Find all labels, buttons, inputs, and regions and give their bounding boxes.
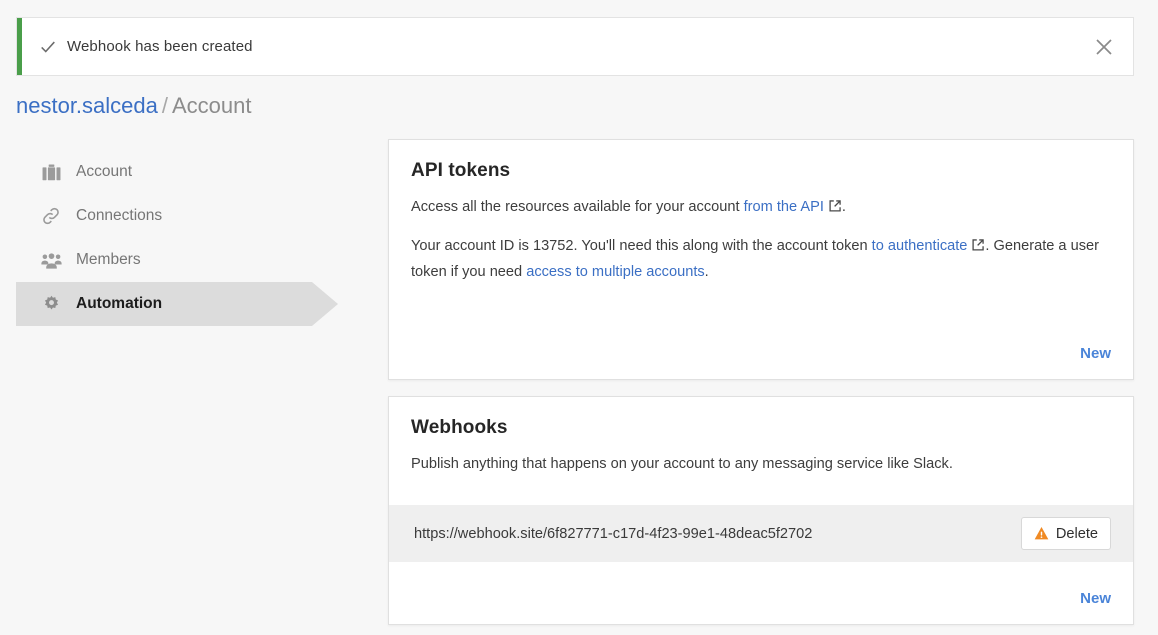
sidebar-nav: Account Connections Members: [16, 150, 338, 326]
card-title: API tokens: [389, 140, 1133, 182]
breadcrumb-account-link[interactable]: nestor.salceda: [16, 93, 158, 118]
api-text-2: .: [842, 199, 846, 215]
breadcrumb-separator: /: [162, 93, 168, 118]
sidebar-item-label: Automation: [76, 295, 162, 313]
from-the-api-link[interactable]: from the API: [744, 199, 824, 215]
api-tokens-paragraph-1: Access all the resources available for y…: [411, 194, 1111, 220]
api-tokens-footer: New: [389, 345, 1133, 379]
sidebar-item-members[interactable]: Members: [16, 238, 338, 282]
webhooks-description: Publish anything that happens on your ac…: [411, 451, 1111, 477]
api-text-5: .: [705, 264, 709, 280]
webhooks-card: Webhooks Publish anything that happens o…: [388, 396, 1134, 625]
people-icon: [40, 250, 62, 270]
sidebar-item-label: Account: [76, 163, 132, 181]
sidebar-item-automation[interactable]: Automation: [16, 282, 338, 326]
sidebar-item-connections[interactable]: Connections: [16, 194, 338, 238]
check-icon: [39, 38, 57, 56]
delete-webhook-label: Delete: [1056, 526, 1098, 542]
webhook-row: https://webhook.site/6f827771-c17d-4f23-…: [389, 505, 1133, 562]
alert-accent-bar: [17, 18, 22, 75]
new-api-token-button[interactable]: New: [1080, 345, 1111, 362]
sidebar-item-label: Members: [76, 251, 141, 269]
api-text-1: Access all the resources available for y…: [411, 199, 744, 215]
alert-message: Webhook has been created: [67, 38, 253, 55]
close-icon[interactable]: [1091, 34, 1117, 60]
link-icon: [40, 206, 62, 226]
webhook-url: https://webhook.site/6f827771-c17d-4f23-…: [414, 526, 1021, 542]
warning-triangle-icon: [1034, 526, 1049, 541]
api-text-3: Your account ID is 13752. You'll need th…: [411, 238, 872, 254]
breadcrumb-current: Account: [172, 93, 252, 118]
new-webhook-button[interactable]: New: [1080, 590, 1111, 607]
api-tokens-paragraph-2: Your account ID is 13752. You'll need th…: [411, 233, 1111, 285]
external-link-icon: [971, 235, 985, 249]
external-link-icon: [828, 196, 842, 210]
delete-webhook-button[interactable]: Delete: [1021, 517, 1111, 550]
webhooks-footer: New: [389, 590, 1133, 624]
card-title: Webhooks: [389, 397, 1133, 439]
api-tokens-body: Access all the resources available for y…: [389, 182, 1133, 285]
sidebar-item-label: Connections: [76, 207, 162, 225]
breadcrumb: nestor.salceda/Account: [16, 92, 252, 120]
api-tokens-card: API tokens Access all the resources avai…: [388, 139, 1134, 380]
webhooks-body: Publish anything that happens on your ac…: [389, 439, 1133, 477]
access-multiple-accounts-link[interactable]: access to multiple accounts: [526, 264, 704, 280]
to-authenticate-link[interactable]: to authenticate: [872, 238, 968, 254]
gear-icon: [40, 294, 62, 314]
success-alert: Webhook has been created: [16, 17, 1134, 76]
sidebar-item-account[interactable]: Account: [16, 150, 338, 194]
sidebar-active-indicator: [16, 282, 338, 326]
briefcase-icon: [40, 162, 62, 182]
